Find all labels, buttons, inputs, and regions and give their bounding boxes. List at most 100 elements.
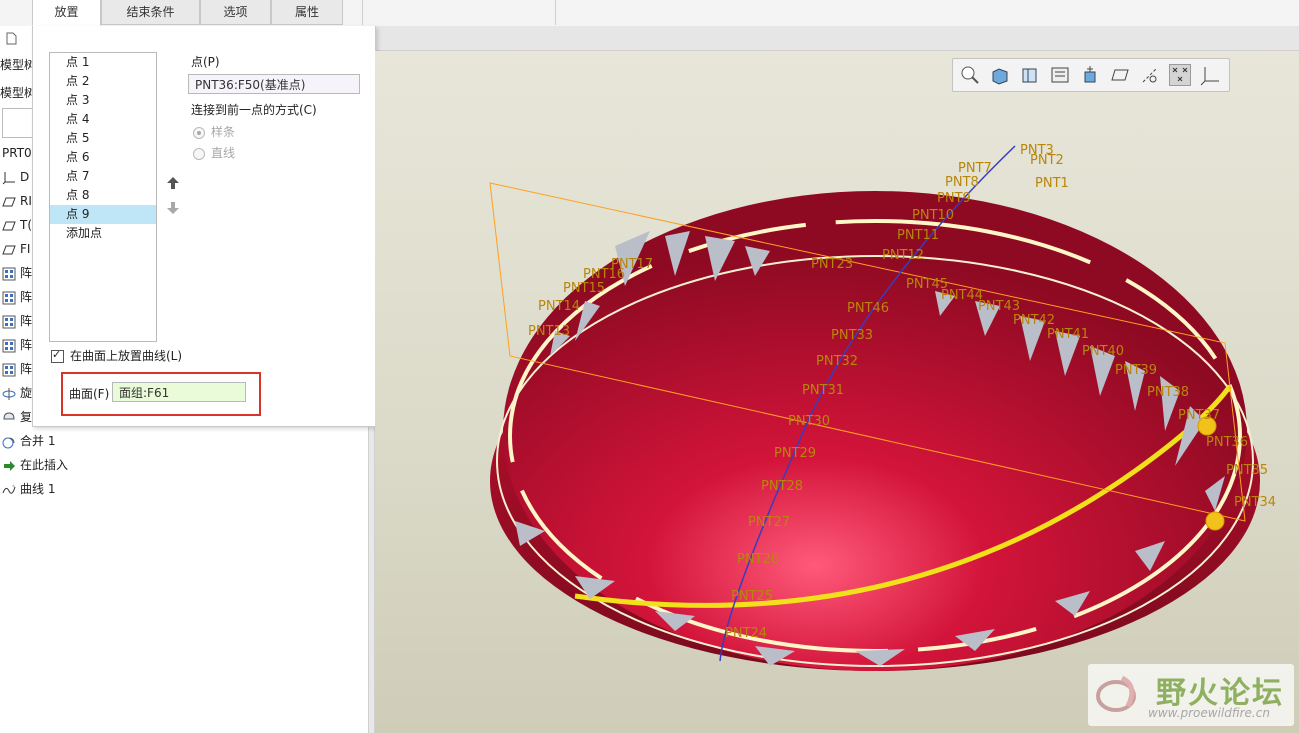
tree-item-csys[interactable]: D	[2, 168, 29, 186]
point-reference-field[interactable]: PNT36:F50(基准点)	[188, 74, 360, 94]
tree-item-label: 阵	[20, 338, 33, 352]
point-label: 点(P)	[191, 55, 220, 69]
datum-point-label: PNT9	[937, 191, 971, 206]
new-doc-icon[interactable]	[6, 32, 17, 48]
tree-item-pattern[interactable]: 阵	[2, 264, 32, 282]
tab-divider	[555, 0, 556, 25]
tree-item-label: T(	[20, 218, 33, 232]
pattern-icon	[2, 315, 16, 329]
datum-point-label: PNT30	[788, 414, 831, 429]
datum-point-label: PNT31	[802, 383, 845, 398]
checkbox-checked	[51, 348, 64, 363]
point-list-item[interactable]: 点 2	[50, 72, 156, 91]
tree-filter-box[interactable]	[2, 108, 34, 138]
tab-options[interactable]: 选项	[200, 0, 271, 25]
point-list-item[interactable]: 点 5	[50, 129, 156, 148]
point-list-item[interactable]: 点 8	[50, 186, 156, 205]
tree-item-pattern[interactable]: 阵	[2, 360, 32, 378]
point-list-item[interactable]: 点 6	[50, 148, 156, 167]
pattern-icon	[2, 363, 16, 377]
surface-reference-field[interactable]: 面组:F61	[112, 382, 246, 402]
tree-item-copy[interactable]: 复	[2, 408, 32, 426]
point-list-item-selected[interactable]: 点 9	[50, 205, 156, 224]
datum-point-label: PNT13	[528, 324, 571, 339]
zoom-icon[interactable]	[959, 64, 981, 86]
top-tab-strip: 放置 结束条件 选项 属性	[0, 0, 1299, 27]
datum-point-label: PNT34	[1234, 495, 1277, 510]
insert-here-icon	[2, 459, 16, 473]
tree-item-curve[interactable]: * 曲线 1	[2, 480, 55, 498]
curve-icon: *	[2, 483, 16, 497]
saved-views-icon[interactable]	[1019, 64, 1041, 86]
datum-point-label: PNT39	[1115, 363, 1158, 378]
datum-point-label: PNT27	[748, 515, 791, 530]
add-point-item[interactable]: 添加点	[50, 224, 156, 243]
surface-label: 曲面(F)	[69, 387, 110, 401]
tree-item-plane[interactable]: FI	[2, 240, 30, 258]
tab-end-condition[interactable]: 结束条件	[101, 0, 200, 25]
copy-icon	[2, 411, 16, 425]
point-list-item[interactable]: 点 7	[50, 167, 156, 186]
datum-point-label: PNT2	[1030, 153, 1064, 168]
move-up-arrow-icon[interactable]	[166, 176, 180, 193]
datum-point-label: PNT1	[1035, 176, 1069, 191]
datum-point-label: PNT38	[1147, 385, 1190, 400]
tree-item-insert-here[interactable]: 在此插入	[2, 456, 68, 474]
point-list-item[interactable]: 点 1	[50, 53, 156, 72]
model-tree-header: 模型树	[0, 86, 37, 100]
tree-item-label: RI	[20, 194, 32, 208]
point-list-item[interactable]: 点 3	[50, 91, 156, 110]
csys-display-icon[interactable]	[1199, 64, 1221, 86]
datum-point-label: PNT42	[1013, 313, 1056, 328]
connect-method-label: 连接到前一点的方式(C)	[191, 103, 317, 117]
revolve-icon	[2, 387, 16, 401]
tree-item-pattern[interactable]: 阵	[2, 312, 32, 330]
datum-point-display-icon[interactable]	[1169, 64, 1191, 86]
radio-line[interactable]: 直线	[193, 144, 235, 161]
radio-line-dot	[193, 147, 205, 160]
place-on-surface-checkbox[interactable]: 在曲面上放置曲线(L)	[51, 347, 182, 364]
datum-point-label: PNT25	[731, 589, 774, 604]
point-list[interactable]: 点 1 点 2 点 3 点 4 点 5 点 6 点 7 点 8 点 9 添加点	[49, 52, 157, 342]
spin-center-icon[interactable]	[1079, 64, 1101, 86]
datum-plane-display-icon[interactable]	[1109, 64, 1131, 86]
datum-point-label: PNT23	[811, 257, 854, 272]
part-name[interactable]: PRT0	[2, 144, 32, 162]
datum-point-label: PNT15	[563, 281, 606, 296]
tree-item-plane[interactable]: RI	[2, 192, 32, 210]
tree-item-revolve[interactable]: 旋	[2, 384, 32, 402]
tab-properties[interactable]: 属性	[271, 0, 343, 25]
tree-item-label: 阵	[20, 266, 33, 280]
move-down-arrow-icon[interactable]	[166, 201, 180, 218]
graphics-title-strip	[375, 26, 1299, 51]
place-on-surface-label: 在曲面上放置曲线(L)	[70, 349, 183, 363]
forum-watermark: 野火论坛 www.proewildfire.cn	[1088, 664, 1294, 726]
tree-item-merge[interactable]: 合并 1	[2, 432, 55, 450]
csys-icon	[2, 171, 16, 185]
tree-item-label: FI	[20, 242, 31, 256]
pattern-icon	[2, 267, 16, 281]
tree-item-pattern[interactable]: 阵	[2, 336, 32, 354]
point-list-item[interactable]: 点 4	[50, 110, 156, 129]
plane-icon	[2, 243, 16, 257]
flame-logo-icon	[1094, 670, 1144, 723]
datum-point-label: PNT46	[847, 301, 890, 316]
display-style-icon[interactable]	[1049, 64, 1071, 86]
drag-handle	[1205, 511, 1225, 531]
datum-point-label: PNT36	[1206, 435, 1249, 450]
radio-spline[interactable]: 样条	[193, 123, 235, 140]
graphics-viewport[interactable]: PNT3 PNT2 PNT1 PNT7 PNT8 PNT9 PNT10 PNT1…	[375, 51, 1299, 733]
plane-icon	[2, 219, 16, 233]
tree-item-plane[interactable]: T(	[2, 216, 32, 234]
tree-item-label: 在此插入	[20, 458, 69, 472]
datum-point-label: PNT26	[737, 552, 780, 567]
datum-point-label: PNT37	[1178, 408, 1221, 423]
datum-point-label: PNT40	[1082, 344, 1125, 359]
datum-point-label: PNT28	[761, 479, 804, 494]
tree-item-pattern[interactable]: 阵	[2, 288, 32, 306]
datum-axis-display-icon[interactable]	[1139, 64, 1161, 86]
placement-panel: 点 1 点 2 点 3 点 4 点 5 点 6 点 7 点 8 点 9 添加点 …	[32, 26, 376, 427]
shaded-view-icon[interactable]	[989, 64, 1011, 86]
radio-spline-label: 样条	[211, 125, 236, 139]
tab-placement[interactable]: 放置	[32, 0, 101, 26]
